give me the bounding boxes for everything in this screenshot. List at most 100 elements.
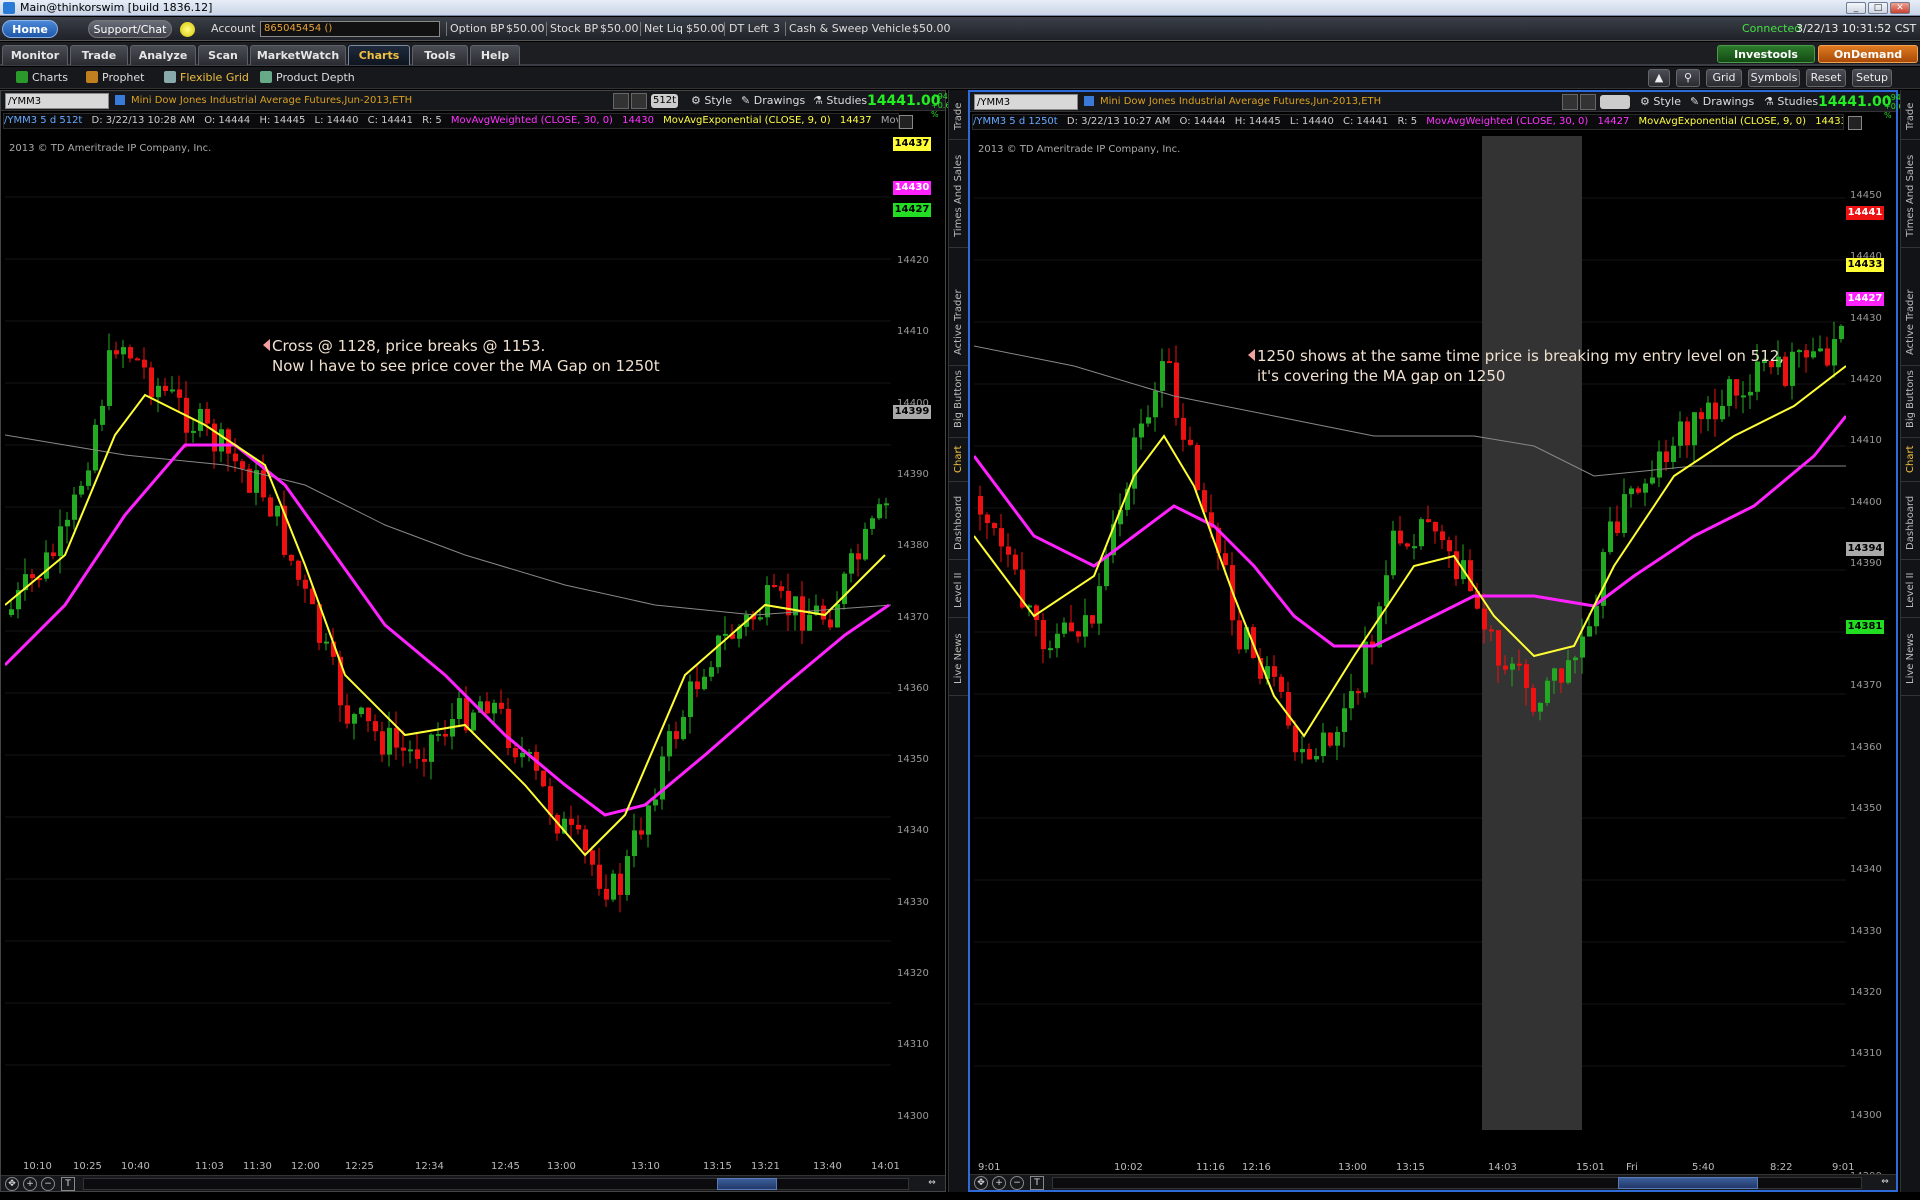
symbol-input-left[interactable]: /YMM3 xyxy=(5,93,109,109)
crosshair-icon[interactable] xyxy=(1562,94,1578,110)
drawings-menu-right[interactable]: ✎ Drawings xyxy=(1690,92,1754,112)
expand-time-icon[interactable]: ⇔ xyxy=(1878,1176,1892,1190)
candle-body xyxy=(667,731,672,757)
subtab-prophet[interactable]: Prophet xyxy=(86,67,145,89)
crosshair-icon[interactable] xyxy=(613,93,629,109)
time-tick-label: 11:03 xyxy=(195,1161,224,1172)
account-selector[interactable]: 865045454 () xyxy=(260,21,440,37)
time-scrollbar-left[interactable] xyxy=(83,1178,909,1190)
side-tabs-right: Trade Times And Sales Active Trader Big … xyxy=(1900,90,1920,1192)
ema-price-tag: 14437 xyxy=(893,137,931,151)
candle-body xyxy=(457,698,462,720)
scrollbar-thumb-left[interactable] xyxy=(717,1178,777,1190)
side-tab-trade[interactable]: Trade xyxy=(1901,94,1920,140)
side-tab-times-sales[interactable]: Times And Sales xyxy=(1901,144,1920,248)
candle-body xyxy=(1013,554,1018,570)
alert-icon[interactable]: ▲ xyxy=(1648,69,1670,87)
grid-button[interactable]: Grid xyxy=(1706,69,1742,87)
reset-button[interactable]: Reset xyxy=(1806,69,1846,87)
studies-menu-right[interactable]: ⚗ Studies xyxy=(1764,92,1818,112)
annotation-arrow-icon xyxy=(263,339,270,351)
candle-body xyxy=(548,786,553,815)
close-button[interactable]: ✕ xyxy=(1890,2,1910,14)
time-tick-label: 12:34 xyxy=(415,1161,444,1172)
candle-body xyxy=(1146,417,1151,424)
expand-icon[interactable] xyxy=(899,115,913,129)
subtab-product-depth[interactable]: Product Depth xyxy=(260,67,355,89)
account-status-bar: Home Support/Chat Account 865045454 () O… xyxy=(0,17,1920,41)
zoom-in-icon[interactable]: + xyxy=(23,1177,37,1191)
wma-price-tag: 14430 xyxy=(893,181,931,195)
expand-icon[interactable] xyxy=(1848,116,1862,130)
style-menu-right[interactable]: ⚙ Style xyxy=(1640,92,1681,112)
stock-bp-label: Stock BP xyxy=(550,22,599,35)
minimize-button[interactable]: _ xyxy=(1846,2,1866,14)
investools-button[interactable]: Investools xyxy=(1717,45,1815,63)
link-icon[interactable]: ⚲ xyxy=(1676,69,1700,87)
side-tab-level2[interactable]: Level II xyxy=(1901,564,1920,618)
side-tab-active-trader[interactable]: Active Trader xyxy=(1901,280,1920,366)
pan-icon[interactable]: ✥ xyxy=(5,1177,19,1191)
side-tab-chart[interactable]: Chart xyxy=(949,438,969,482)
price-chart-right[interactable] xyxy=(974,136,1846,1130)
tab-help[interactable]: Help xyxy=(470,45,520,65)
candle-body xyxy=(1055,633,1060,649)
setup-button[interactable]: Setup xyxy=(1852,69,1892,87)
candle-body xyxy=(471,712,476,731)
symbol-dropdown-icon[interactable] xyxy=(1084,96,1094,106)
price-tick-label: 14400 xyxy=(1850,496,1882,508)
annotation-left: Cross @ 1128, price breaks @ 1153. Now I… xyxy=(263,336,660,376)
zoom-out-icon[interactable]: − xyxy=(1010,1176,1024,1190)
support-chat-button[interactable]: Support/Chat xyxy=(88,20,172,38)
wrench-icon[interactable] xyxy=(1580,94,1596,110)
side-tab-big-buttons[interactable]: Big Buttons xyxy=(949,362,969,438)
side-tab-dashboard[interactable]: Dashboard xyxy=(1901,486,1920,560)
expand-time-icon[interactable]: ⇔ xyxy=(925,1177,939,1191)
candle-body xyxy=(324,641,329,644)
subtab-charts[interactable]: Charts xyxy=(16,67,68,89)
tab-monitor[interactable]: Monitor xyxy=(2,45,68,65)
home-button[interactable]: Home xyxy=(2,20,58,38)
studies-menu-left[interactable]: ⚗ Studies xyxy=(813,91,867,111)
subtab-flexible-grid[interactable]: Flexible Grid xyxy=(164,67,249,89)
drawings-menu-left[interactable]: ✎ Drawings xyxy=(741,91,805,111)
side-tab-trade[interactable]: Trade xyxy=(949,94,969,140)
side-tab-live-news[interactable]: Live News xyxy=(1901,622,1920,696)
pan-icon[interactable]: ✥ xyxy=(974,1176,988,1190)
wrench-icon[interactable] xyxy=(631,93,647,109)
style-menu-left[interactable]: ⚙ Style xyxy=(691,91,732,111)
tab-trade[interactable]: Trade xyxy=(70,45,128,65)
symbol-dropdown-icon[interactable] xyxy=(115,95,125,105)
side-tab-times-sales[interactable]: Times And Sales xyxy=(949,144,969,248)
side-tab-level2[interactable]: Level II xyxy=(949,564,969,618)
scrollbar-thumb-right[interactable] xyxy=(1618,1177,1758,1189)
side-tab-live-news[interactable]: Live News xyxy=(949,622,969,696)
time-tick-label: 13:15 xyxy=(703,1161,732,1172)
side-tab-active-trader[interactable]: Active Trader xyxy=(949,280,969,366)
tab-analyze[interactable]: Analyze xyxy=(130,45,196,65)
candle-body xyxy=(569,818,574,825)
time-tick-label: 10:10 xyxy=(23,1161,52,1172)
maximize-button[interactable]: □ xyxy=(1868,2,1888,14)
tab-tools[interactable]: Tools xyxy=(412,45,468,65)
tab-scan[interactable]: Scan xyxy=(198,45,248,65)
ondemand-button[interactable]: OnDemand xyxy=(1818,45,1918,63)
candle-body xyxy=(709,667,714,677)
symbols-button[interactable]: Symbols xyxy=(1748,69,1800,87)
symbol-input-right[interactable]: /YMM3 xyxy=(974,94,1078,110)
aggregation-button-right[interactable] xyxy=(1600,95,1630,109)
side-tab-chart[interactable]: Chart xyxy=(1901,438,1920,482)
zoom-in-icon[interactable]: + xyxy=(992,1176,1006,1190)
aggregation-button-left[interactable]: 512t xyxy=(651,94,679,108)
text-tool-icon[interactable]: T xyxy=(61,1177,75,1191)
tab-marketwatch[interactable]: MarketWatch xyxy=(250,45,346,65)
candle-body xyxy=(303,579,308,589)
text-tool-icon[interactable]: T xyxy=(1030,1176,1044,1190)
price-chart-left[interactable] xyxy=(5,135,891,1129)
side-tab-big-buttons[interactable]: Big Buttons xyxy=(1901,362,1920,438)
status-light-icon[interactable] xyxy=(180,22,195,37)
side-tab-dashboard[interactable]: Dashboard xyxy=(949,486,969,560)
tab-charts[interactable]: Charts xyxy=(348,45,410,65)
zoom-out-icon[interactable]: − xyxy=(41,1177,55,1191)
candle-body xyxy=(1139,423,1144,438)
